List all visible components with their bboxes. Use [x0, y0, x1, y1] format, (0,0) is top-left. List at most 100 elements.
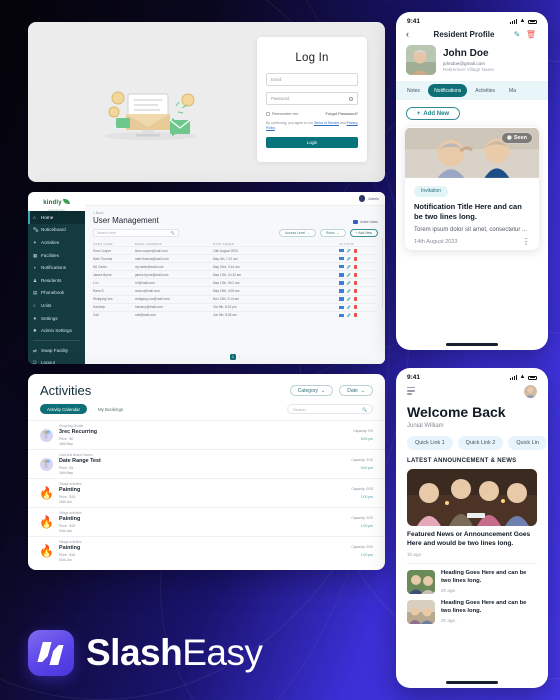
list-item[interactable]: 🚏 Card and Board Games Date Range Test Pric… [28, 449, 385, 478]
edit-icon[interactable] [346, 256, 351, 261]
breadcrumb[interactable]: < Back [93, 211, 385, 215]
next-page-button[interactable]: › [239, 355, 240, 359]
list-item[interactable]: 🔥 Village activities Painting Price : $15 03… [28, 507, 385, 536]
message-icon[interactable] [339, 313, 344, 317]
sidebar-item-noticeboard[interactable]: 🗞 Noticeboard [28, 224, 85, 237]
tab-ma[interactable]: Ma [503, 84, 522, 97]
roles-filter[interactable]: Roles ⌄ [319, 229, 346, 237]
delete-icon[interactable] [353, 264, 357, 269]
quick-link-1[interactable]: Quick Link 1 [407, 436, 453, 450]
table-row[interactable]: Nate Thomas nate.thomas@mail.com May 4th, … [93, 254, 377, 262]
search-input[interactable]: Search Here 🔍 [93, 229, 179, 237]
avatar[interactable] [358, 195, 366, 202]
add-new-label: Add New [423, 110, 450, 117]
login-submit-button[interactable]: Login [266, 137, 358, 149]
table-row[interactable]: Cait cait@mail.com Jun 5th, 5:28 am [93, 310, 377, 319]
password-field[interactable]: Password [266, 92, 358, 105]
table-row[interactable]: MJ Carter mj.carter@mail.com May 23rd, 3:1… [93, 262, 377, 270]
sidebar-item-units[interactable]: ⌂ Units [28, 299, 85, 312]
category-filter[interactable]: Category ⌄ [289, 385, 334, 396]
news-item[interactable]: Heading Goes Here and can be two lines l… [396, 594, 548, 624]
edit-icon[interactable] [346, 280, 351, 285]
tab-my-bookings[interactable]: My Bookings [91, 404, 130, 414]
table-row[interactable]: Rana S rana.s@mail.com May 15th, 4:05 am [93, 286, 377, 294]
add-new-button[interactable]: + Add New [406, 107, 460, 120]
sidebar-item-facilities[interactable]: ▦ Facilities [28, 249, 85, 262]
delete-icon[interactable] [353, 256, 357, 261]
edit-icon[interactable] [346, 264, 351, 269]
sidebar-item-settings[interactable]: ✷ Settings [28, 312, 85, 325]
sidebar-item-notifications[interactable]: ◑ Notifications [28, 261, 85, 274]
remember-me-checkbox[interactable]: Remember me [266, 111, 298, 116]
activities-screen-mockup: Activities Category ⌄ Date ⌄ Activity Ca… [28, 374, 385, 570]
delete-icon[interactable] [353, 280, 357, 285]
edit-icon[interactable] [346, 272, 351, 277]
message-icon[interactable] [339, 273, 344, 277]
table-scrollbar[interactable] [381, 238, 383, 308]
cell-email: cait@mail.com [135, 313, 156, 318]
message-icon[interactable] [339, 256, 344, 261]
edit-icon[interactable] [346, 248, 351, 253]
delete-icon[interactable] [353, 305, 357, 310]
profile-header: John Doe johndoe@gmail.com Retirement Vi… [396, 43, 548, 81]
kebab-menu-icon[interactable]: ⋮ [522, 237, 530, 245]
profile-tabs: Notes Notifications Activities Ma [396, 81, 548, 100]
page-1-button[interactable]: 1 [229, 354, 236, 360]
date-filter[interactable]: Date ⌄ [339, 385, 373, 396]
table-row[interactable]: Wolfgang Vos wolfgang.vos@mail.com Nov 13t… [93, 294, 377, 303]
sidebar-item-residents[interactable]: ♟ Residents [28, 274, 85, 287]
back-button[interactable]: ‹ [406, 29, 418, 39]
message-icon[interactable] [339, 248, 344, 253]
table-row[interactable]: Li Li li.li@mail.com May 12th, 05:2 am [93, 278, 377, 286]
delete-icon[interactable] [353, 297, 357, 302]
edit-icon[interactable] [346, 313, 351, 318]
sidebar-item-swap-facility[interactable]: ⇄ Swap Facility [28, 344, 85, 357]
featured-image[interactable] [407, 469, 537, 526]
quick-link-2[interactable]: Quick Link 2 [457, 436, 504, 450]
quick-link-3[interactable]: Quick Lin [508, 436, 547, 450]
delete-icon[interactable] [353, 313, 357, 318]
activity-category: Village activities [59, 540, 82, 545]
news-item[interactable]: Heading Goes Here and can be two lines l… [396, 564, 548, 594]
list-item[interactable]: 🔥 Village activities Painting Price : $15 16… [28, 478, 385, 507]
row-actions [339, 289, 377, 294]
hamburger-icon[interactable] [407, 386, 415, 397]
tab-activities[interactable]: Activities [469, 84, 501, 97]
edit-icon[interactable] [346, 305, 351, 310]
table-row[interactable]: James Byrne james.byrne@mail.com May 12th,… [93, 270, 377, 278]
tab-activity-calendar[interactable]: Activity Calendar [40, 404, 87, 414]
message-icon[interactable] [339, 297, 344, 301]
message-icon[interactable] [339, 289, 344, 293]
notification-card[interactable]: ◉ Seen Invitation Notification Title Her… [405, 127, 539, 250]
access-level-filter[interactable]: Access Level ⌄ [279, 229, 316, 237]
edit-icon[interactable] [346, 289, 351, 294]
delete-icon[interactable] [353, 248, 357, 253]
delete-icon[interactable] [353, 289, 357, 294]
delete-icon[interactable] [353, 272, 357, 277]
sidebar-item-phonebook[interactable]: ▤ Phonebook [28, 287, 85, 300]
sidebar-item-activities[interactable]: ✦ Activities [28, 236, 85, 249]
show-password-icon[interactable] [349, 96, 353, 101]
email-field[interactable]: Email [266, 73, 358, 86]
table-row[interactable]: Kirra Cooper kirra.cooper@mail.com 13th Au… [93, 246, 377, 254]
add-new-user-button[interactable]: + Add New [349, 229, 378, 237]
list-item[interactable]: 🔥 Village activities Painting Price : $15 01… [28, 536, 385, 565]
activities-search-input[interactable]: Search 🔍 [287, 404, 373, 414]
message-icon[interactable] [339, 305, 344, 309]
user-avatar[interactable] [524, 385, 537, 398]
forgot-password-link[interactable]: Forgot Password? [326, 111, 358, 116]
edit-icon[interactable] [346, 297, 351, 302]
list-item[interactable]: 🚏 Shopping Shuttle 3rec Recurring Price : $… [28, 420, 385, 449]
pencil-icon[interactable]: ✎ [510, 30, 524, 39]
topbar-username: Admin [368, 196, 379, 201]
table-row[interactable]: Hardeep hardeep@mail.com Oct 9th, 8:15 pm [93, 302, 377, 311]
terms-of-service-link[interactable]: Terms of Service [314, 121, 339, 125]
message-icon[interactable] [339, 265, 344, 269]
sidebar-item-admin-settings[interactable]: ✸ Admin Settings [28, 324, 85, 337]
tab-notes[interactable]: Notes [401, 84, 426, 97]
sidebar-item-logout[interactable]: ⎋ Logout [28, 357, 85, 364]
tab-notifications[interactable]: Notifications [428, 84, 468, 97]
trash-icon[interactable]: 🗑 [524, 30, 538, 39]
sidebar-item-home[interactable]: ⌂ Home [28, 211, 85, 224]
message-icon[interactable] [339, 281, 344, 285]
